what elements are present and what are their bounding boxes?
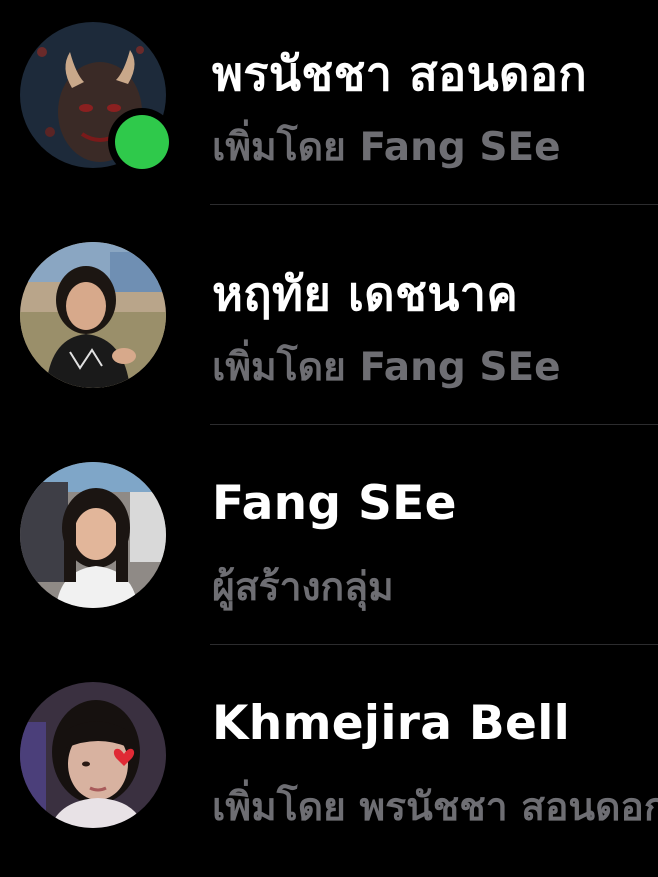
- member-subtitle: เพิ่มโดย พรนัชชา สอนดอก: [212, 785, 658, 830]
- member-row[interactable]: พรนัชชา สอนดอก เพิ่มโดย Fang SEe: [0, 0, 658, 220]
- divider: [210, 204, 658, 205]
- member-name: Khmejira Bell: [212, 696, 571, 751]
- member-row[interactable]: หฤทัย เดชนาค เพิ่มโดย Fang SEe: [0, 220, 658, 440]
- member-row[interactable]: Fang SEe ผู้สร้างกลุ่ม: [0, 440, 658, 660]
- avatar[interactable]: [20, 682, 166, 828]
- avatar[interactable]: [20, 242, 166, 388]
- member-name: Fang SEe: [212, 476, 457, 531]
- divider: [210, 644, 658, 645]
- profile-photo-icon: [20, 462, 166, 608]
- avatar[interactable]: [20, 462, 166, 608]
- divider: [210, 424, 658, 425]
- profile-photo-icon: [20, 242, 166, 388]
- profile-photo-icon: [20, 682, 166, 828]
- member-name: หฤทัย เดชนาค: [212, 267, 519, 322]
- online-status-indicator: [115, 115, 169, 169]
- member-subtitle: เพิ่มโดย Fang SEe: [212, 125, 561, 170]
- group-members-list: พรนัชชา สอนดอก เพิ่มโดย Fang SEe หฤทัย เ…: [0, 0, 658, 877]
- member-subtitle: ผู้สร้างกลุ่ม: [212, 565, 394, 610]
- member-subtitle: เพิ่มโดย Fang SEe: [212, 345, 561, 390]
- member-row[interactable]: Khmejira Bell เพิ่มโดย พรนัชชา สอนดอก: [0, 660, 658, 877]
- member-name: พรนัชชา สอนดอก: [212, 47, 588, 102]
